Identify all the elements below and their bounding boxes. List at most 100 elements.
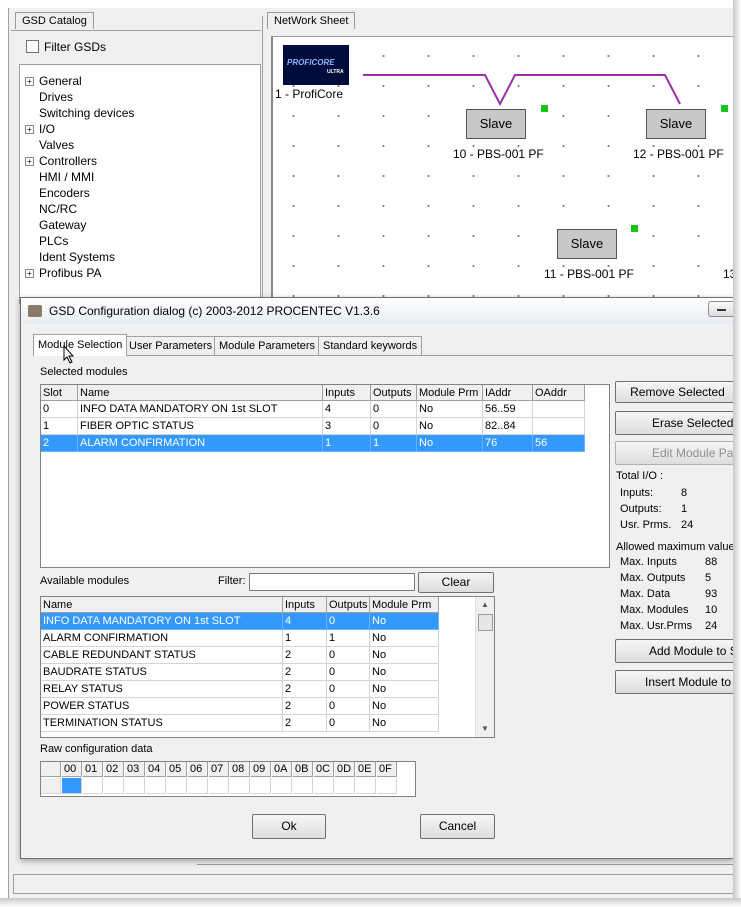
- filter-gsds-label: Filter GSDs: [44, 40, 107, 54]
- tree-item[interactable]: + I/O: [20, 121, 258, 137]
- column-header[interactable]: IAddr: [483, 385, 533, 401]
- network-sheet-canvas[interactable]: PROFICORE ULTRA 1 - ProfiCore Slave 10 -…: [271, 36, 736, 303]
- column-header[interactable]: Slot: [41, 385, 78, 401]
- app-icon: [28, 305, 42, 317]
- scroll-down-arrow-icon[interactable]: ▼: [481, 724, 489, 733]
- expand-icon[interactable]: +: [25, 77, 34, 86]
- erase-selected-button[interactable]: Erase Selected M: [615, 411, 740, 435]
- raw-cell[interactable]: [314, 778, 334, 794]
- filter-gsds-checkbox[interactable]: [26, 40, 39, 53]
- tab-module-selection[interactable]: Module Selection: [33, 334, 128, 356]
- allowed-item-value: 93: [705, 588, 718, 600]
- table-row[interactable]: 2 ALARM CONFIRMATION 1 1 No 76 56: [41, 435, 585, 452]
- column-header[interactable]: Name: [41, 597, 283, 613]
- column-header[interactable]: Inputs: [283, 597, 327, 613]
- tab-standard-keywords[interactable]: Standard keywords: [318, 336, 423, 355]
- raw-cell[interactable]: [293, 778, 313, 794]
- expand-icon[interactable]: +: [25, 157, 34, 166]
- tab-divider: [11, 30, 261, 31]
- column-header[interactable]: Inputs: [323, 385, 371, 401]
- tree-item[interactable]: Encoders: [20, 185, 258, 201]
- table-row[interactable]: POWER STATUS 2 0 No: [41, 698, 439, 715]
- raw-column-header: 0E: [356, 762, 376, 777]
- ok-button[interactable]: Ok: [252, 814, 326, 839]
- table-row[interactable]: TERMINATION STATUS 2 0 No: [41, 715, 439, 732]
- remove-selected-button[interactable]: Remove Selected: [615, 381, 740, 403]
- tree-item[interactable]: Drives: [20, 89, 258, 105]
- column-header[interactable]: Module Prm: [370, 597, 439, 613]
- table-row[interactable]: 0 INFO DATA MANDATORY ON 1st SLOT 4 0 No 56..…: [41, 401, 585, 418]
- column-header[interactable]: OAddr: [533, 385, 585, 401]
- raw-cell[interactable]: [167, 778, 187, 794]
- gsd-catalog-tree[interactable]: + General Drives Switching devices + I/O Valve…: [19, 64, 261, 304]
- raw-column-header: 02: [104, 762, 124, 777]
- table-row[interactable]: 1 FIBER OPTIC STATUS 3 0 No 82..84: [41, 418, 585, 435]
- raw-cell[interactable]: [272, 778, 292, 794]
- raw-cell[interactable]: [188, 778, 208, 794]
- tree-item[interactable]: + General: [20, 73, 258, 89]
- table-row[interactable]: BAUDRATE STATUS 2 0 No: [41, 664, 439, 681]
- expand-icon[interactable]: +: [25, 269, 34, 278]
- column-header[interactable]: Name: [78, 385, 323, 401]
- raw-column-header: 0C: [314, 762, 334, 777]
- table-cell: 1: [283, 630, 327, 647]
- tab-network-sheet[interactable]: NetWork Sheet: [267, 12, 356, 29]
- scroll-thumb[interactable]: [478, 614, 493, 631]
- splitter[interactable]: [262, 16, 263, 306]
- available-modules-grid[interactable]: Name Inputs Outputs Module Prm INFO DATA MA…: [40, 596, 495, 738]
- column-header[interactable]: Module Prm: [417, 385, 483, 401]
- minimize-button[interactable]: [708, 301, 735, 317]
- raw-cell[interactable]: [377, 778, 397, 794]
- tree-item[interactable]: PLCs: [20, 233, 258, 249]
- tree-item[interactable]: HMI / MMI: [20, 169, 258, 185]
- table-row[interactable]: INFO DATA MANDATORY ON 1st SLOT 4 0 No: [41, 613, 439, 630]
- scroll-up-arrow-icon[interactable]: ▲: [481, 600, 489, 609]
- table-row[interactable]: RELAY STATUS 2 0 No: [41, 681, 439, 698]
- table-row[interactable]: CABLE REDUNDANT STATUS 2 0 No: [41, 647, 439, 664]
- tree-item[interactable]: Ident Systems: [20, 249, 258, 265]
- raw-config-grid[interactable]: 00 01 02 03 04 05 06 07 08 09 0A 0B 0C 0D 0E 0F: [40, 761, 416, 797]
- tree-item[interactable]: NC/RC: [20, 201, 258, 217]
- slave-11-box[interactable]: Slave: [557, 229, 617, 259]
- table-cell: 1: [323, 435, 371, 452]
- button-label: Remove Selected: [630, 385, 725, 399]
- tab-label: User Parameters: [129, 340, 213, 352]
- raw-cell[interactable]: [104, 778, 124, 794]
- slave-12-box[interactable]: Slave: [646, 109, 706, 139]
- selected-modules-grid[interactable]: Slot Name Inputs Outputs Module Prm IAddr OAdd…: [40, 384, 610, 568]
- tab-label: Module Selection: [38, 339, 123, 351]
- tab-user-parameters[interactable]: User Parameters: [124, 336, 218, 355]
- tree-item-label: Valves: [39, 138, 75, 152]
- window-shadow-right: [733, 0, 741, 907]
- cancel-button[interactable]: Cancel: [420, 814, 495, 839]
- clear-button[interactable]: Clear: [418, 572, 494, 593]
- tab-gsd-catalog[interactable]: GSD Catalog: [15, 12, 94, 29]
- expand-icon[interactable]: +: [25, 125, 34, 134]
- tab-module-parameters[interactable]: Module Parameters: [214, 336, 320, 355]
- tree-item[interactable]: Gateway: [20, 217, 258, 233]
- table-row[interactable]: ALARM CONFIRMATION 1 1 No: [41, 630, 439, 647]
- tree-item[interactable]: Switching devices: [20, 105, 258, 121]
- raw-cell[interactable]: [230, 778, 250, 794]
- vertical-scrollbar[interactable]: ▲ ▼: [475, 597, 494, 737]
- edit-module-params-button[interactable]: Edit Module Paran: [615, 441, 740, 465]
- tree-item[interactable]: + Controllers: [20, 153, 258, 169]
- raw-cell[interactable]: [251, 778, 271, 794]
- tree-item-label: Gateway: [39, 218, 87, 232]
- add-module-button[interactable]: Add Module to Se: [615, 639, 740, 663]
- raw-cell[interactable]: [356, 778, 376, 794]
- slave-10-box[interactable]: Slave: [466, 109, 526, 139]
- filter-input[interactable]: [249, 573, 415, 591]
- raw-cell[interactable]: [335, 778, 355, 794]
- insert-module-button[interactable]: Insert Module to Se: [615, 670, 740, 694]
- tree-item[interactable]: + Profibus PA: [20, 265, 258, 281]
- raw-cell[interactable]: [146, 778, 166, 794]
- raw-cell[interactable]: [209, 778, 229, 794]
- raw-cell[interactable]: [62, 778, 82, 794]
- dialog-titlebar[interactable]: GSD Configuration dialog (c) 2003-2012 P…: [21, 298, 735, 324]
- tree-item[interactable]: Valves: [20, 137, 258, 153]
- column-header[interactable]: Outputs: [371, 385, 417, 401]
- column-header[interactable]: Outputs: [327, 597, 370, 613]
- raw-cell[interactable]: [83, 778, 103, 794]
- raw-cell[interactable]: [125, 778, 145, 794]
